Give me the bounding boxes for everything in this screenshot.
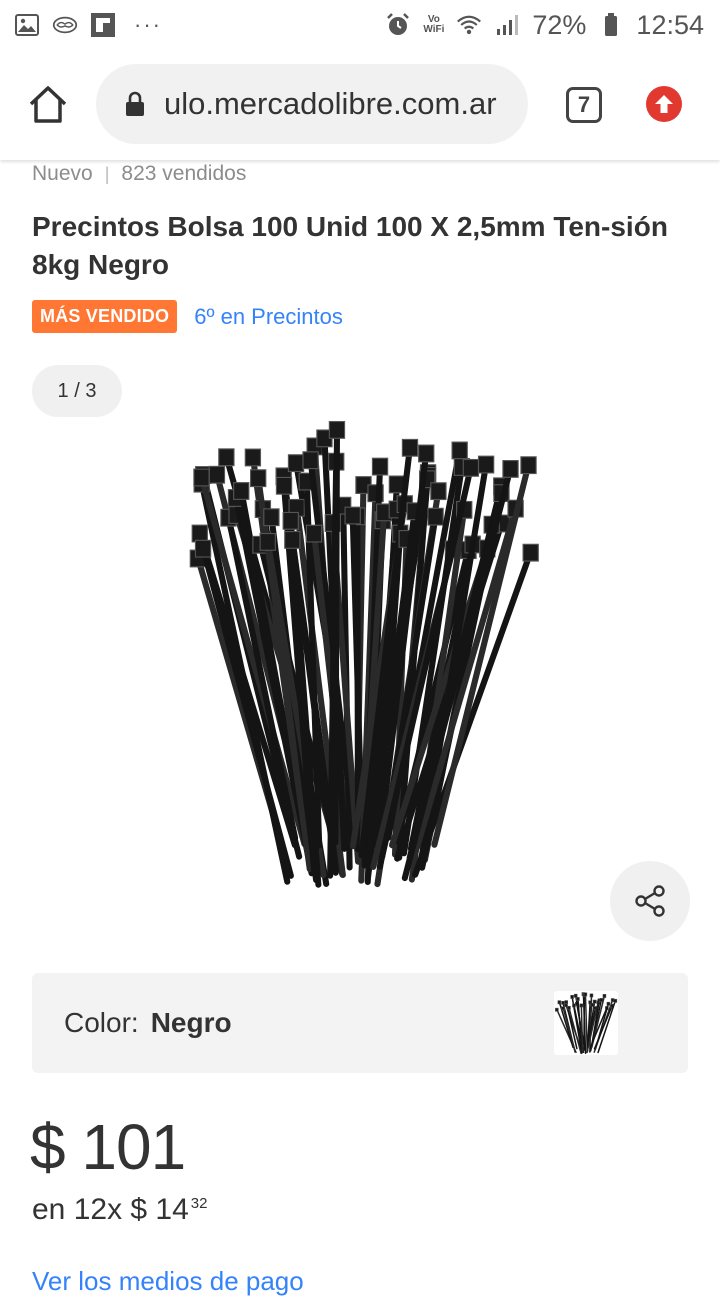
- cable-tie-head: [593, 1000, 596, 1003]
- installments-cents: 32: [191, 1195, 208, 1212]
- battery-percent: 72%: [532, 10, 586, 41]
- price: $ 101: [30, 1110, 185, 1184]
- cable-tie-head: [567, 1006, 570, 1009]
- color-label: Color:: [64, 1007, 139, 1039]
- home-icon: [26, 83, 70, 127]
- cable-tie-head: [194, 469, 209, 486]
- battery-icon: [598, 12, 624, 38]
- wifi-icon: [456, 12, 482, 38]
- status-bar: ··· Vo WiFi 72% 12:54: [0, 0, 720, 50]
- cable-tie-head: [463, 460, 478, 477]
- cable-tie-head: [428, 508, 443, 525]
- separator: |: [105, 164, 110, 185]
- cable-tie-head: [219, 449, 234, 466]
- product-image[interactable]: [170, 415, 550, 895]
- cable-tie-head: [283, 512, 298, 529]
- payment-methods-link[interactable]: Ver los medios de pago: [32, 1266, 304, 1297]
- cable-tie-head: [521, 457, 536, 474]
- vowifi-icon: Vo WiFi: [423, 15, 444, 35]
- alarm-icon: [385, 12, 411, 38]
- installments-amount: en 12x $ 14: [32, 1193, 189, 1226]
- cable-tie-head: [431, 483, 446, 500]
- status-bar-right: Vo WiFi 72% 12:54: [385, 10, 704, 41]
- cable-tie-head: [565, 1004, 568, 1007]
- cable-tie-head: [562, 1001, 565, 1004]
- update-button[interactable]: [646, 86, 682, 122]
- cable-tie-head: [562, 1007, 565, 1010]
- cable-tie-head: [288, 455, 303, 472]
- arrow-up-icon: [653, 93, 675, 115]
- cable-tie-head: [251, 470, 266, 487]
- cable-tie-head: [195, 540, 210, 557]
- share-button[interactable]: [610, 861, 690, 941]
- cable-tie-head: [576, 997, 579, 1000]
- cable-tie-head: [558, 1001, 561, 1004]
- cable-tie-head: [192, 525, 207, 542]
- flipboard-notification-icon: [90, 12, 116, 38]
- browser-toolbar: ulo.mercadolibre.com.ar 7: [0, 50, 720, 160]
- cable-tie-head: [306, 525, 321, 542]
- cable-tie-head: [234, 483, 249, 500]
- condition-line: Nuevo | 823 vendidos: [32, 162, 246, 186]
- gallery-notification-icon: [14, 12, 40, 38]
- cable-tie-strap: [335, 429, 337, 842]
- cable-tie-head: [614, 999, 617, 1002]
- highlight-row: MÁS VENDIDO 6º en Precintos: [32, 300, 343, 333]
- cable-tie-head: [523, 544, 538, 561]
- cable-tie-head: [452, 442, 467, 459]
- color-thumbnail[interactable]: [554, 991, 618, 1055]
- sold-count: 823 vendidos: [121, 162, 246, 186]
- cable-tie-head: [372, 458, 387, 475]
- signal-icon: [494, 12, 520, 38]
- cable-tie-head: [574, 994, 577, 997]
- color-value: Negro: [151, 1007, 232, 1039]
- status-bar-left: ···: [14, 12, 162, 38]
- cable-tie-head: [607, 1002, 610, 1005]
- best-seller-badge: MÁS VENDIDO: [32, 300, 177, 333]
- lock-icon: [124, 91, 146, 117]
- cable-tie-head: [264, 509, 279, 526]
- category-ranking-link[interactable]: 6º en Precintos: [194, 304, 343, 330]
- cable-tie-head: [329, 422, 344, 439]
- cable-tie-head: [580, 1004, 583, 1007]
- url-text: ulo.mercadolibre.com.ar: [164, 86, 497, 122]
- address-bar[interactable]: ulo.mercadolibre.com.ar: [96, 64, 528, 144]
- cable-tie-head: [245, 449, 260, 466]
- share-icon: [633, 884, 667, 918]
- cable-tie-head: [603, 994, 606, 997]
- cable-tie-head: [479, 456, 494, 473]
- more-notifications-icon: ···: [134, 14, 162, 36]
- cable-tie-head: [260, 534, 275, 551]
- cable-tie-head: [345, 507, 360, 524]
- cable-tie-head: [209, 466, 224, 483]
- tab-switcher-button[interactable]: 7: [566, 87, 602, 123]
- cable-tie-head: [584, 993, 587, 996]
- color-selector[interactable]: Color: Negro: [32, 973, 688, 1073]
- image-counter: 1 / 3: [32, 365, 122, 417]
- clock: 12:54: [636, 10, 704, 41]
- cable-tie-head: [276, 477, 291, 494]
- mercadolibre-notification-icon: [52, 12, 78, 38]
- cable-tie-head: [402, 439, 417, 456]
- installments: en 12x $ 1432: [32, 1193, 207, 1227]
- cable-tie-head: [571, 995, 574, 998]
- cable-tie-head: [503, 461, 518, 478]
- cable-tie-head: [419, 445, 434, 462]
- condition-text: Nuevo: [32, 162, 93, 186]
- home-button[interactable]: [26, 83, 70, 127]
- cable-tie-head: [555, 1008, 558, 1011]
- cable-tie-head: [303, 452, 318, 469]
- cable-tie-head: [590, 994, 593, 997]
- product-title: Precintos Bolsa 100 Unid 100 X 2,5mm Ten…: [32, 208, 672, 284]
- cable-tie-head: [285, 532, 300, 549]
